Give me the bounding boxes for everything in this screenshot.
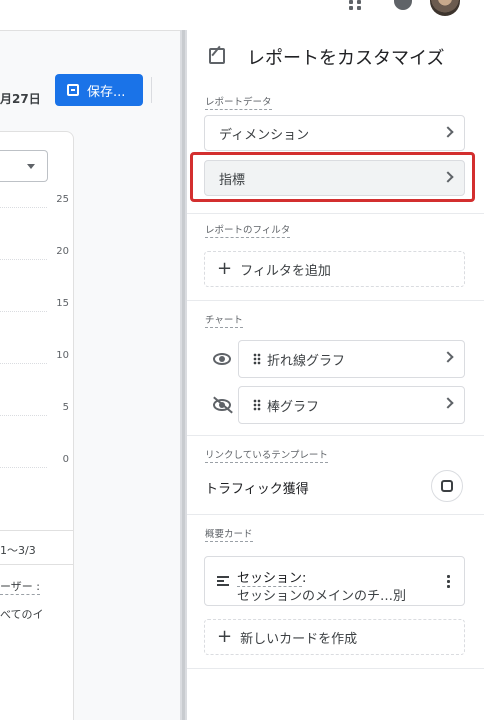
summary-card-subtitle: セッションのメインのチ…別: [237, 589, 407, 604]
gridline: [0, 207, 47, 208]
new-card-button[interactable]: + 新しいカードを作成: [204, 619, 465, 655]
card-icon: [217, 576, 229, 586]
pagination-range: 1〜3/3: [0, 544, 36, 557]
plus-icon: +: [217, 626, 233, 647]
y-tick-label: 15: [56, 298, 69, 309]
help-icon[interactable]: [394, 0, 412, 10]
bar-chart-label: 棒グラフ: [267, 399, 320, 415]
unlink-icon: [441, 480, 453, 492]
metric-row-highlight: [190, 152, 475, 202]
add-filter-label: フィルタを追加: [240, 263, 331, 279]
section-divider: [187, 213, 484, 214]
section-label-chart: チャート: [205, 312, 243, 328]
line-chart-label: 折れ線グラフ: [267, 353, 346, 369]
save-button-label: 保存...: [87, 84, 126, 100]
chevron-right-icon: [442, 351, 454, 363]
drag-handle-icon[interactable]: [253, 353, 261, 365]
summary-card-title: セッション:: [237, 567, 307, 587]
summary-card-row[interactable]: セッション: セッションのメインのチ…別: [204, 556, 465, 606]
drag-handle-icon[interactable]: [253, 399, 261, 411]
metric-dropdown[interactable]: [0, 150, 48, 182]
gridline: [0, 467, 47, 468]
chevron-down-icon: [27, 164, 35, 169]
chevron-right-icon: [442, 397, 454, 409]
section-divider: [187, 435, 484, 436]
panel-resize-divider[interactable]: [180, 30, 187, 720]
eye-off-icon[interactable]: [213, 399, 231, 411]
table-divider: [0, 530, 74, 531]
y-tick-label: 10: [56, 350, 69, 361]
top-app-bar: [0, 0, 484, 30]
column-header-user[interactable]: ーザー :: [0, 578, 40, 595]
y-tick-label: 0: [62, 454, 69, 465]
save-button[interactable]: 保存...: [55, 74, 143, 106]
section-divider: [187, 300, 484, 301]
section-label-template: リンクしているテンプレート: [205, 447, 328, 463]
panel-title: レポートをカスタマイズ: [247, 48, 445, 69]
y-tick-label: 20: [56, 246, 69, 257]
save-icon: [67, 84, 79, 96]
bar-chart-row[interactable]: 棒グラフ: [238, 386, 465, 424]
apps-grid-icon[interactable]: [346, 0, 364, 10]
section-divider: [187, 514, 484, 515]
y-tick-label: 5: [62, 402, 69, 413]
section-label-filter: レポートのフィルタ: [205, 222, 291, 238]
column-value-all: べてのイ: [0, 608, 44, 621]
header-divider: [151, 77, 152, 103]
avatar[interactable]: [430, 0, 460, 16]
summary-colon: :: [302, 571, 307, 586]
eye-icon[interactable]: [213, 353, 231, 365]
chevron-right-icon: [442, 126, 454, 138]
add-filter-button[interactable]: + フィルタを追加: [204, 251, 465, 287]
customize-report-panel: レポートをカスタマイズ レポートデータ ディメンション 指標 レポートのフィルタ…: [187, 30, 484, 720]
gridline: [0, 415, 47, 416]
table-divider: [0, 564, 74, 565]
template-name: トラフィック獲得: [205, 482, 309, 497]
chart-card: 25 20 15 10 5 0 1〜3/3 ーザー : べてのイ: [0, 131, 74, 720]
report-main-area: 月27日 保存... 25 20 15 10 5 0 1〜3/3 ーザー : べ…: [0, 30, 180, 720]
gridline: [0, 363, 47, 364]
y-tick-label: 25: [56, 194, 69, 205]
plus-icon: +: [217, 258, 233, 279]
gridline: [0, 311, 47, 312]
section-label-report-data: レポートデータ: [205, 94, 272, 110]
date-range[interactable]: 月27日: [0, 90, 41, 107]
gridline: [0, 259, 47, 260]
dimension-label: ディメンション: [219, 127, 310, 143]
more-vert-icon[interactable]: [447, 574, 450, 588]
section-divider: [187, 668, 484, 669]
new-card-label: 新しいカードを作成: [240, 631, 358, 647]
unlink-template-button[interactable]: [431, 470, 463, 502]
section-label-summary: 概要カード: [205, 526, 253, 542]
line-chart-row[interactable]: 折れ線グラフ: [238, 340, 465, 378]
dimension-row[interactable]: ディメンション: [204, 115, 465, 151]
edit-report-icon: [209, 48, 225, 64]
